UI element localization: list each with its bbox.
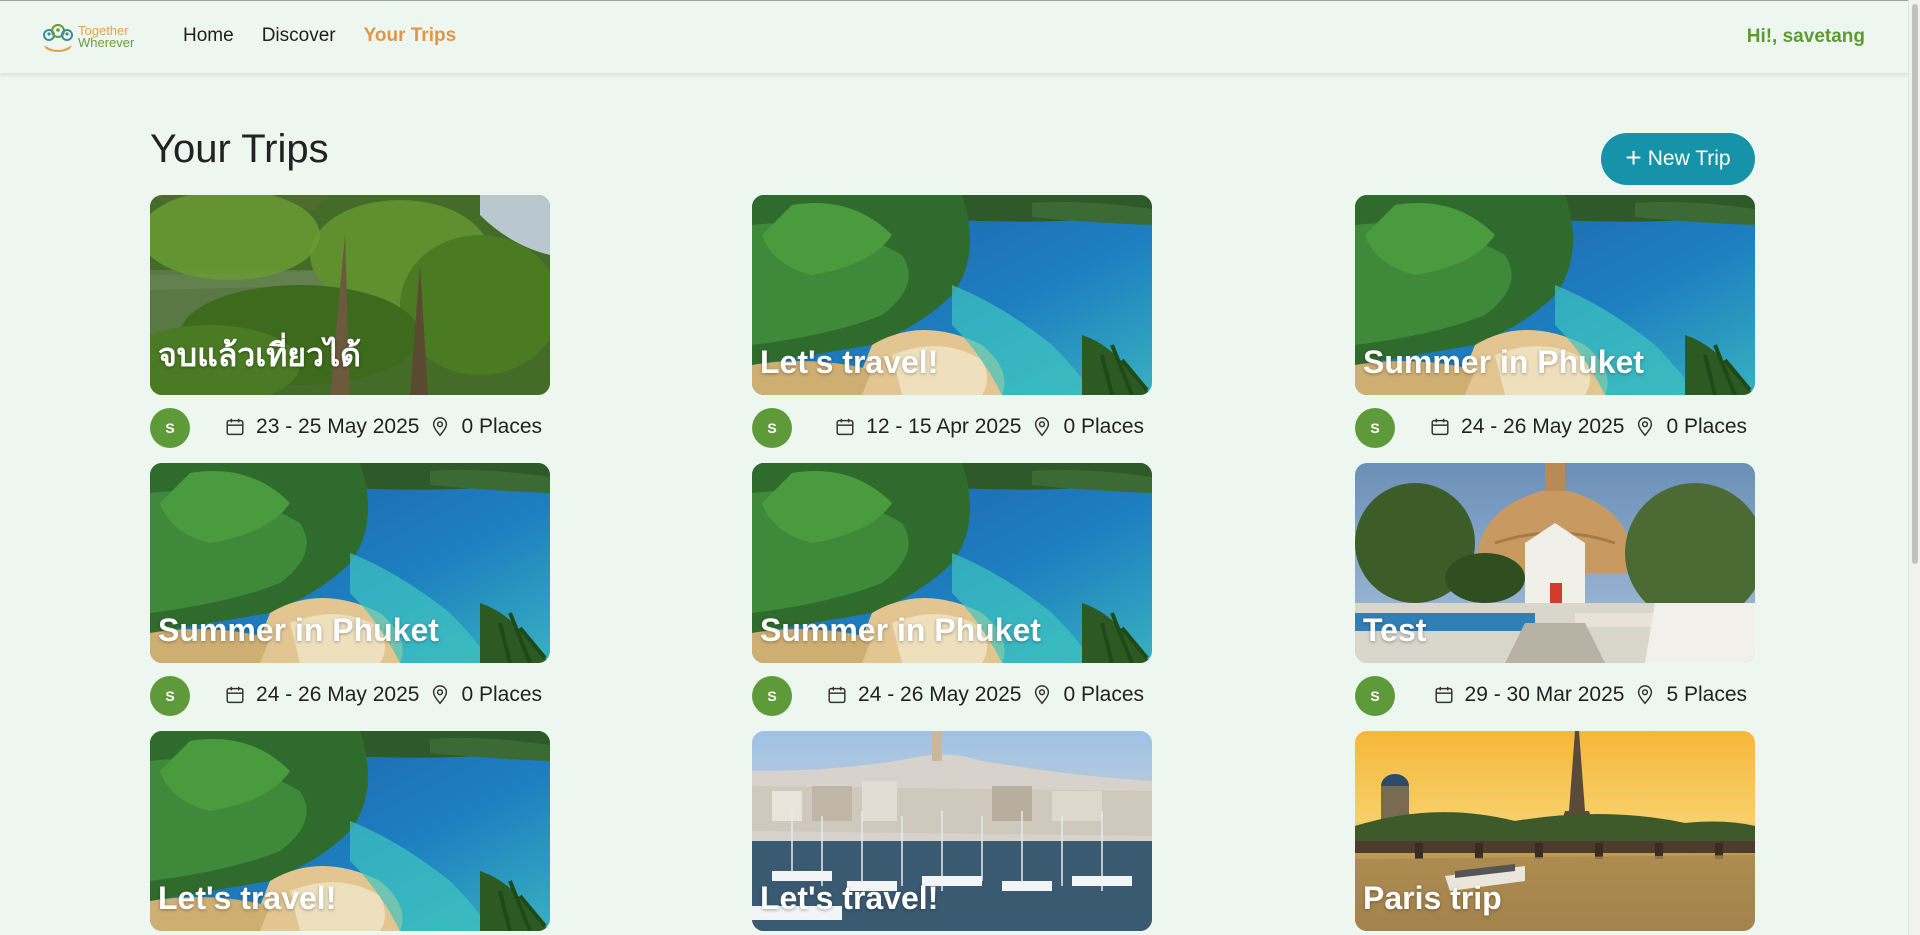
new-trip-label: New Trip [1647,147,1731,170]
trip-details: 24 - 26 May 2025 0 Places [1429,415,1747,439]
trip-dates-text: 24 - 26 May 2025 [1461,415,1625,438]
location-pin-icon [1638,685,1653,705]
trip-places-text: 0 Places [1666,415,1747,438]
location-pin-icon [1035,685,1050,705]
trip-dates: 24 - 26 May 2025 [826,683,1021,707]
trip-places: 0 Places [429,683,542,707]
calendar-icon [828,686,846,704]
trip-details: 29 - 30 Mar 2025 5 Places [1433,683,1747,707]
trip-meta: S 24 - 26 May 2025 0 Places [1355,408,1755,448]
trip-places-text: 0 Places [461,683,542,706]
trip-meta: S 24 - 26 May 2025 0 Places [150,676,550,716]
trip-dates: 24 - 26 May 2025 [224,683,419,707]
nav-links: Home Discover Your Trips [183,25,456,47]
calendar-icon [1434,686,1453,704]
trip-dates-text: 24 - 26 May 2025 [256,683,420,706]
plus-icon: + [1625,142,1642,173]
location-pin-icon [1035,417,1050,437]
calendar-icon [836,418,854,436]
calendar-icon [1431,418,1449,436]
trip-cover-image[interactable]: จบแล้วเที่ยวได้ [150,195,550,395]
trip-dates-text: 12 - 15 Apr 2025 [866,415,1022,438]
avatar[interactable]: S [752,676,792,716]
trip-cover-image[interactable]: Let's travel! [150,731,550,931]
trip-places-text: 0 Places [461,415,542,438]
trip-dates-text: 23 - 25 May 2025 [256,415,420,438]
calendar-icon [226,418,244,436]
trip-cover-image[interactable]: Summer in Phuket [752,463,1152,663]
trip-places: 0 Places [1031,683,1144,707]
trip-title: จบแล้วเที่ยวได้ [158,337,361,373]
scrollbar[interactable] [1908,0,1920,935]
nav-your-trips-link[interactable]: Your Trips [364,25,457,47]
trip-cover-image[interactable]: Test [1355,463,1755,663]
trip-places: 5 Places [1634,683,1747,707]
trip-dates-text: 24 - 26 May 2025 [858,683,1022,706]
avatar[interactable]: S [150,676,190,716]
trip-title: Let's travel! [158,880,337,916]
top-navbar: Together Wherever Home Discover Your Tri… [0,0,1908,73]
location-pin-icon [433,417,448,437]
scrollbar-thumb[interactable] [1912,4,1918,564]
trip-cover-image[interactable]: Let's travel! [752,195,1152,395]
avatar[interactable]: S [150,408,190,448]
trip-title: Summer in Phuket [158,612,439,648]
logo-line2: Wherever [78,35,135,50]
trip-card[interactable]: Summer in Phuket S 24 - 26 May 2025 0 Pl… [150,463,550,716]
trip-card[interactable]: Let's travel! S 12 - 15 Apr 2025 0 Place… [752,195,1152,448]
nav-discover-link[interactable]: Discover [262,25,336,47]
trip-card[interactable]: Test S 29 - 30 Mar 2025 5 Places [1355,463,1755,716]
trip-places: 0 Places [429,415,542,439]
trip-places-text: 5 Places [1666,683,1747,706]
trip-cover-image[interactable]: Summer in Phuket [150,463,550,663]
location-pin-icon [433,685,448,705]
trip-meta: S 23 - 25 May 2025 0 Places [150,408,550,448]
trip-dates: 24 - 26 May 2025 [1429,415,1624,439]
logo-text: Together Wherever [78,24,135,50]
avatar[interactable]: S [752,408,792,448]
logo[interactable]: Together Wherever [40,19,134,55]
nav-home-link[interactable]: Home [183,25,234,47]
trip-meta: S 24 - 26 May 2025 0 Places [752,676,1152,716]
trip-cover-image[interactable]: Let's travel! [752,731,1152,931]
trip-title: Summer in Phuket [1363,344,1644,380]
trip-places: 0 Places [1634,415,1747,439]
logo-icon [43,24,73,52]
page-title: Your Trips [150,127,329,171]
trip-card[interactable]: Let's travel! [150,731,550,931]
trip-cover-image[interactable]: Summer in Phuket [1355,195,1755,395]
trip-title: Let's travel! [760,344,939,380]
trip-card[interactable]: Paris trip [1355,731,1755,931]
trip-card[interactable]: Summer in Phuket S 24 - 26 May 2025 0 Pl… [1355,195,1755,448]
new-trip-button[interactable]: + New Trip [1601,133,1755,185]
trip-title: Let's travel! [760,880,939,916]
user-greeting[interactable]: Hi!, savetang [1747,26,1865,48]
trip-card[interactable]: Summer in Phuket S 24 - 26 May 2025 0 Pl… [752,463,1152,716]
trip-dates: 12 - 15 Apr 2025 [834,415,1021,439]
trip-cover-image[interactable]: Paris trip [1355,731,1755,931]
trip-dates-text: 29 - 30 Mar 2025 [1464,683,1625,706]
calendar-icon [226,686,244,704]
trip-places-text: 0 Places [1063,683,1144,706]
trip-meta: S 29 - 30 Mar 2025 5 Places [1355,676,1755,716]
trip-details: 24 - 26 May 2025 0 Places [224,683,542,707]
trip-card[interactable]: Let's travel! [752,731,1152,931]
avatar[interactable]: S [1355,408,1395,448]
trip-places-text: 0 Places [1063,415,1144,438]
location-pin-icon [1638,417,1653,437]
trip-meta: S 12 - 15 Apr 2025 0 Places [752,408,1152,448]
trip-details: 24 - 26 May 2025 0 Places [826,683,1144,707]
trip-title: Summer in Phuket [760,612,1041,648]
trip-card[interactable]: จบแล้วเที่ยวได้ S 23 - 25 May 2025 0 Pla… [150,195,550,448]
avatar[interactable]: S [1355,676,1395,716]
trip-title: Paris trip [1363,880,1502,916]
trip-dates: 29 - 30 Mar 2025 [1433,683,1625,707]
trip-details: 12 - 15 Apr 2025 0 Places [834,415,1144,439]
trip-dates: 23 - 25 May 2025 [224,415,419,439]
trip-details: 23 - 25 May 2025 0 Places [224,415,542,439]
trip-places: 0 Places [1031,415,1144,439]
trip-title: Test [1363,612,1427,648]
